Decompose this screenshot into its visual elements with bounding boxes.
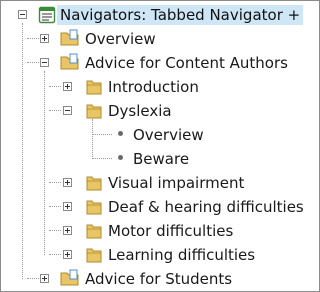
tree-line (49, 182, 61, 183)
tree-view: Navigators: Tabbed Navigator + Overview … (1, 1, 319, 291)
collapse-toggle[interactable] (18, 10, 27, 19)
tree-item-label[interactable]: Advice for Students (85, 269, 232, 289)
tree-line (92, 119, 93, 159)
folder-icon (86, 176, 102, 191)
collapse-toggle[interactable] (63, 106, 72, 115)
collapse-toggle[interactable] (40, 58, 49, 67)
tree-line (22, 23, 23, 279)
tree-item-label[interactable]: Introduction (108, 77, 199, 97)
tree-item-label[interactable]: Advice for Content Authors (85, 53, 288, 73)
page-folder-icon (60, 53, 79, 70)
tree-line (49, 206, 61, 207)
tree-item-label[interactable]: Dyslexia (108, 101, 172, 121)
folder-icon (86, 224, 102, 239)
bullet-icon (118, 131, 123, 136)
navigator-tree-panel: Navigators: Tabbed Navigator + Overview … (0, 0, 320, 292)
expand-toggle[interactable] (63, 202, 72, 211)
tree-line (27, 62, 39, 63)
tree-line (44, 71, 45, 255)
tree-line (92, 134, 112, 135)
tree-line (92, 158, 112, 159)
folder-icon (86, 200, 102, 215)
expand-toggle[interactable] (63, 178, 72, 187)
tree-root-label[interactable]: Navigators: Tabbed Navigator + (57, 5, 304, 25)
tree-item-label[interactable]: Visual impairment (108, 173, 244, 193)
page-folder-icon (60, 29, 79, 46)
folder-icon (86, 104, 102, 119)
tree-item-label[interactable]: Deaf & hearing difficulties (108, 197, 304, 217)
tree-item-label[interactable]: Learning difficulties (108, 245, 255, 265)
tree-item-label[interactable]: Overview (85, 29, 156, 49)
tree-item-label[interactable]: Motor difficulties (108, 221, 233, 241)
tree-line (49, 230, 61, 231)
tree-line (27, 278, 39, 279)
expand-toggle[interactable] (63, 82, 72, 91)
folder-icon (86, 248, 102, 263)
page-folder-icon (60, 269, 79, 286)
expand-toggle[interactable] (63, 226, 72, 235)
bullet-icon (118, 155, 123, 160)
tree-line (49, 86, 61, 87)
tree-line (49, 254, 61, 255)
tree-item-label[interactable]: Overview (133, 125, 204, 145)
expand-toggle[interactable] (40, 34, 49, 43)
tree-item-label[interactable]: Beware (133, 149, 189, 169)
folder-icon (86, 80, 102, 95)
expand-toggle[interactable] (63, 250, 72, 259)
tree-line (49, 110, 61, 111)
expand-toggle[interactable] (40, 274, 49, 283)
list-document-icon (38, 6, 56, 24)
tree-line (27, 38, 39, 39)
